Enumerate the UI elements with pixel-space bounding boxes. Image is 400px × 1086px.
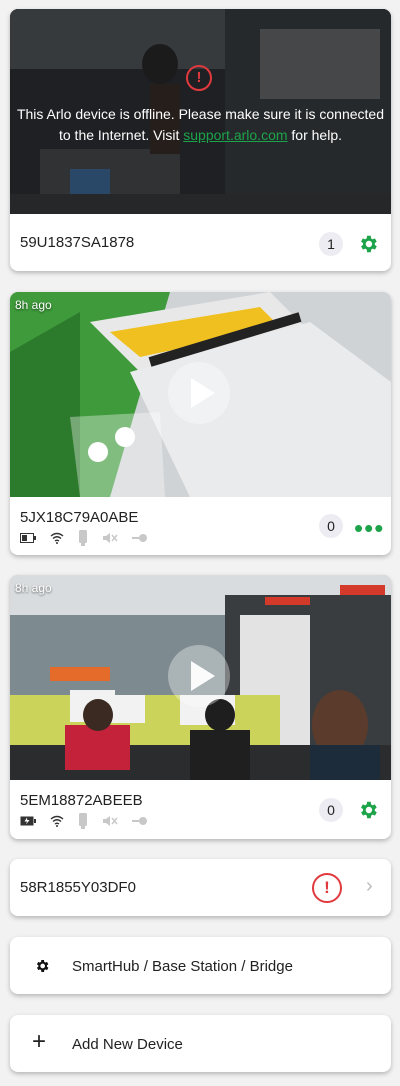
device-row-offline[interactable]: 58R1855Y03DF0 ! › [10,859,391,916]
device-card-offline[interactable]: ! This Arlo device is offline. Please ma… [10,9,391,271]
device-name: 59U1837SA1878 [20,234,135,251]
motion-icon [132,534,147,542]
camera-icon [79,813,87,829]
notification-count-badge[interactable]: 0 [319,798,343,822]
more-dots-icon[interactable]: ••• [354,515,384,541]
add-device-label: Add New Device [72,1036,183,1053]
warning-icon: ! [186,65,212,91]
wifi-icon [50,532,64,544]
camera-icon [79,530,87,546]
offline-message: This Arlo device is offline. Please make… [16,106,385,143]
gear-icon[interactable] [357,233,379,255]
camera-thumbnail[interactable]: ! This Arlo device is offline. Please ma… [10,9,391,214]
battery-icon [20,533,36,543]
device-card[interactable]: 8h ago 5EM18872ABEEB 0 [10,575,391,839]
device-card[interactable]: 8h ago 5JX18C79A0ABE 0 ••• [10,292,391,555]
play-icon[interactable] [168,362,230,424]
camera-thumbnail[interactable]: 8h ago [10,292,391,497]
camera-thumbnail[interactable]: 8h ago [10,575,391,780]
plus-icon: + [32,1028,47,1055]
notification-count-badge[interactable]: 1 [319,232,343,256]
gear-icon [36,960,49,972]
device-status-icons [20,530,148,546]
wifi-icon [50,815,64,827]
battery-charging-icon [20,816,36,826]
add-device-button[interactable]: + Add New Device [10,1015,391,1072]
speaker-muted-icon [103,816,118,826]
device-name: 58R1855Y03DF0 [20,879,136,896]
gear-icon[interactable] [357,799,379,821]
smarthub-label: SmartHub / Base Station / Bridge [72,958,293,975]
chevron-right-icon[interactable]: › [366,875,373,898]
support-link[interactable]: support.arlo.com [183,127,287,143]
device-name: 5EM18872ABEEB [20,792,143,809]
last-activity-time: 8h ago [15,298,52,312]
notification-count-badge[interactable]: 0 [319,514,343,538]
smarthub-menu-item[interactable]: SmartHub / Base Station / Bridge [10,937,391,994]
warning-icon: ! [312,873,342,903]
device-name: 5JX18C79A0ABE [20,509,139,526]
motion-icon [132,817,147,825]
play-icon[interactable] [168,645,230,707]
last-activity-time: 8h ago [15,581,52,595]
speaker-muted-icon [103,533,118,543]
device-status-icons [20,813,148,829]
